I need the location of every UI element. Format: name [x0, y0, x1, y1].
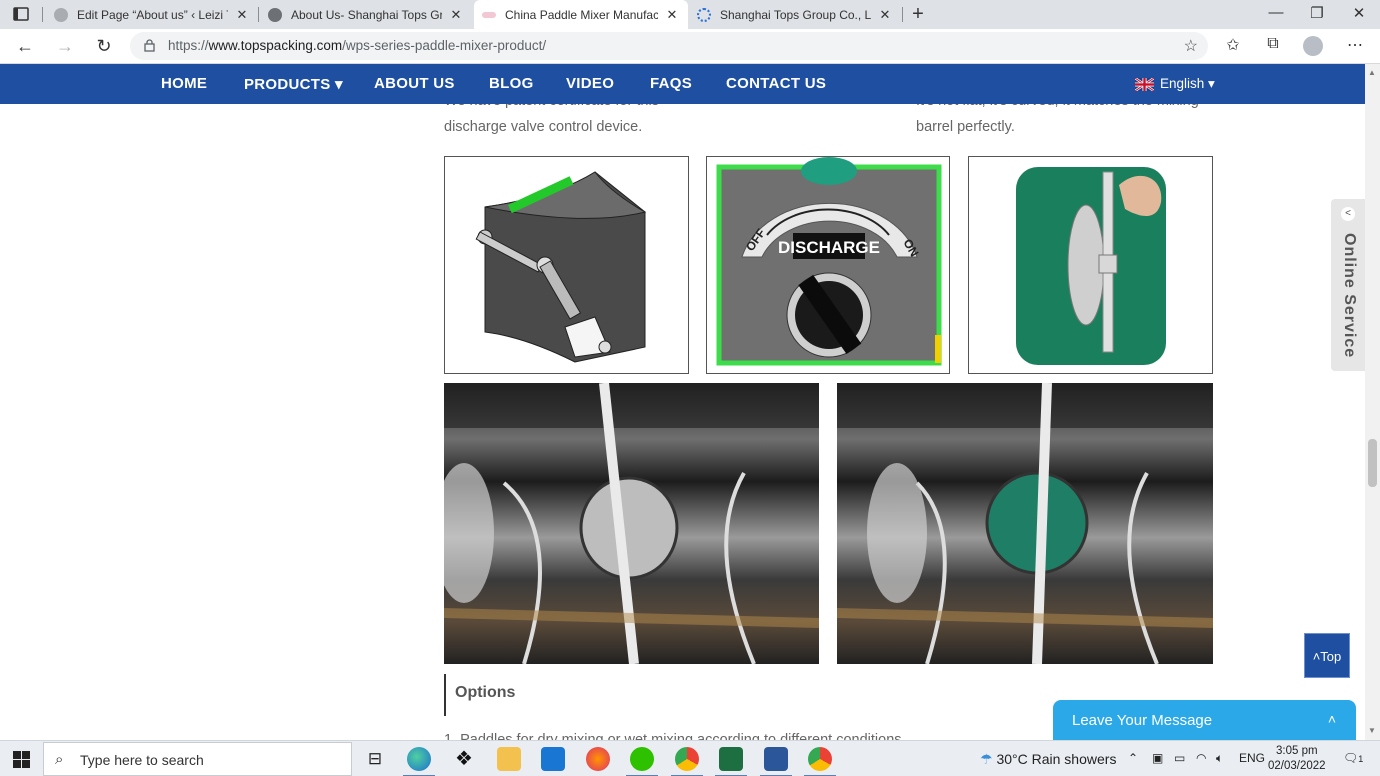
- options-first-line: 1. Paddles for dry mixing or wet mixing …: [444, 732, 902, 740]
- wifi-icon[interactable]: ◠: [1196, 751, 1206, 765]
- profile-avatar[interactable]: [1303, 36, 1323, 56]
- show-hidden-icons-icon[interactable]: ⌃: [1128, 751, 1138, 765]
- nav-blog[interactable]: BLOG: [489, 75, 534, 92]
- scroll-up-icon[interactable]: ▲: [1368, 68, 1376, 77]
- collections-icon[interactable]: ⧉: [1261, 35, 1285, 53]
- site-favicon-icon: [268, 7, 282, 22]
- tab-separator: [258, 7, 259, 22]
- leave-message-widget[interactable]: Leave Your Message ˄: [1053, 700, 1356, 741]
- tab-separator: [42, 7, 43, 22]
- close-tab-icon[interactable]: ✕: [664, 7, 680, 23]
- browser-tab-strip: Edit Page “About us” ‹ Leizi Temp ✕ Abou…: [0, 0, 1380, 29]
- weather-text: 30°C Rain showers: [996, 751, 1117, 767]
- nav-contact-us[interactable]: CONTACT US: [726, 75, 826, 92]
- discharge-switch-image: DISCHARGE OFF ON: [706, 156, 950, 374]
- tab-label: About Us- Shanghai Tops Group: [291, 7, 442, 22]
- back-to-top-button[interactable]: ˄Top: [1304, 633, 1350, 678]
- nav-home[interactable]: HOME: [161, 75, 207, 92]
- scroll-thumb[interactable]: [1368, 439, 1377, 487]
- chrome-app-icon[interactable]: [671, 747, 703, 776]
- mixer-interior-photo-right: [837, 383, 1213, 664]
- tab-actions-icon[interactable]: [12, 6, 30, 22]
- taskbar-search-input[interactable]: ⌕ Type here to search: [43, 742, 352, 776]
- nav-about-us[interactable]: ABOUT US: [374, 75, 455, 92]
- nav-faqs[interactable]: FAQS: [650, 75, 692, 92]
- dropbox-app-icon[interactable]: ❖: [452, 747, 476, 771]
- valve-drawing-image: [444, 156, 689, 374]
- uk-flag-icon: [1135, 77, 1154, 91]
- new-tab-icon[interactable]: +: [906, 3, 930, 26]
- tab-about-us[interactable]: About Us- Shanghai Tops Group ✕: [260, 0, 472, 29]
- forward-icon[interactable]: →: [53, 35, 77, 57]
- close-tab-icon[interactable]: ✕: [448, 7, 464, 23]
- clock-date: 02/03/2022: [1268, 760, 1326, 772]
- nav-products[interactable]: PRODUCTS ▾: [244, 75, 343, 93]
- tab-edit-page[interactable]: Edit Page “About us” ‹ Leizi Temp ✕: [46, 0, 258, 29]
- wordpress-favicon-icon: [54, 7, 68, 22]
- panel-discharge-label: DISCHARGE: [778, 238, 880, 257]
- tab-label: China Paddle Mixer Manufacture: [505, 7, 658, 22]
- tab-separator: [902, 7, 903, 22]
- nav-video[interactable]: VIDEO: [566, 75, 614, 92]
- language-label: English ▾: [1160, 76, 1215, 91]
- clock-time: 3:05 pm: [1276, 745, 1318, 757]
- word-app-icon[interactable]: [760, 747, 792, 776]
- windows-start-icon[interactable]: [13, 751, 30, 768]
- battery-icon[interactable]: ▭: [1174, 751, 1185, 765]
- url-text: https://www.topspacking.com/wps-series-p…: [168, 38, 547, 53]
- loading-favicon-icon: [697, 7, 711, 22]
- wechat-app-icon[interactable]: [626, 747, 658, 776]
- tab-tops-group[interactable]: Shanghai Tops Group Co., Ltd. - T ✕: [689, 0, 901, 29]
- scroll-down-icon[interactable]: ▼: [1368, 726, 1376, 735]
- page-scrollbar[interactable]: ▲ ▼: [1365, 64, 1380, 740]
- lock-icon: [144, 39, 155, 52]
- favorites-icon[interactable]: ✩: [1221, 35, 1245, 55]
- tab-label: Shanghai Tops Group Co., Ltd. - T: [720, 7, 871, 22]
- close-tab-icon[interactable]: ✕: [877, 7, 893, 23]
- mail-app-icon[interactable]: [541, 747, 565, 771]
- site-nav-bar: HOME PRODUCTS ▾ ABOUT US BLOG VIDEO FAQS…: [0, 64, 1365, 104]
- online-service-tab[interactable]: < Online Service: [1331, 199, 1365, 371]
- taskbar-clock[interactable]: 3:05 pm 02/03/2022: [1268, 744, 1326, 774]
- excel-app-icon[interactable]: [715, 747, 747, 776]
- more-menu-icon[interactable]: ⋯: [1343, 35, 1367, 55]
- paddle-shaft-image: [968, 156, 1213, 374]
- search-placeholder: Type here to search: [80, 752, 204, 768]
- tab-label: Edit Page “About us” ‹ Leizi Temp: [77, 7, 228, 22]
- restore-icon[interactable]: ❐: [1307, 4, 1327, 22]
- meet-now-icon[interactable]: ▣: [1152, 751, 1163, 765]
- mixer-interior-photo-left: [444, 383, 819, 664]
- close-window-icon[interactable]: ✕: [1349, 4, 1369, 22]
- task-view-icon[interactable]: ⊟: [363, 747, 387, 771]
- options-heading-bar: [444, 674, 446, 716]
- weather-widget[interactable]: ☂ 30°C Rain showers: [980, 751, 1116, 768]
- windows-taskbar: ⌕ Type here to search ⊟ ❖ ☂ 30°C Rain sh…: [0, 740, 1380, 776]
- minimize-icon[interactable]: —: [1266, 4, 1286, 21]
- leave-message-label: Leave Your Message: [1072, 712, 1213, 729]
- chrome-profile-app-icon[interactable]: [804, 747, 836, 776]
- edge-app-icon[interactable]: [403, 747, 435, 776]
- browser-toolbar: ← → ↻ https://www.topspacking.com/wps-se…: [0, 29, 1380, 64]
- close-tab-icon[interactable]: ✕: [234, 7, 250, 23]
- search-icon: ⌕: [55, 751, 64, 768]
- file-explorer-app-icon[interactable]: [497, 747, 521, 771]
- site-favicon-icon: [482, 11, 496, 18]
- options-heading: Options: [455, 684, 516, 701]
- rain-icon: ☂: [980, 751, 993, 767]
- firefox-app-icon[interactable]: [586, 747, 610, 771]
- notification-icon[interactable]: 🗨︎1: [1343, 751, 1363, 765]
- add-favorite-icon[interactable]: ☆: [1184, 36, 1198, 56]
- input-language[interactable]: ENG: [1239, 751, 1265, 765]
- notification-count: 1: [1358, 754, 1364, 764]
- refresh-icon[interactable]: ↻: [92, 35, 116, 57]
- online-service-label: Online Service: [1341, 233, 1358, 359]
- language-selector[interactable]: English ▾: [1135, 76, 1215, 92]
- collapse-arrow-icon[interactable]: <: [1341, 207, 1355, 221]
- address-bar[interactable]: https://www.topspacking.com/wps-series-p…: [130, 32, 1208, 60]
- back-icon[interactable]: ←: [13, 35, 37, 57]
- chevron-up-icon: ˄: [1327, 711, 1336, 727]
- volume-icon[interactable]: 🔈︎: [1216, 751, 1223, 766]
- tab-paddle-mixer[interactable]: China Paddle Mixer Manufacture ✕: [474, 0, 688, 29]
